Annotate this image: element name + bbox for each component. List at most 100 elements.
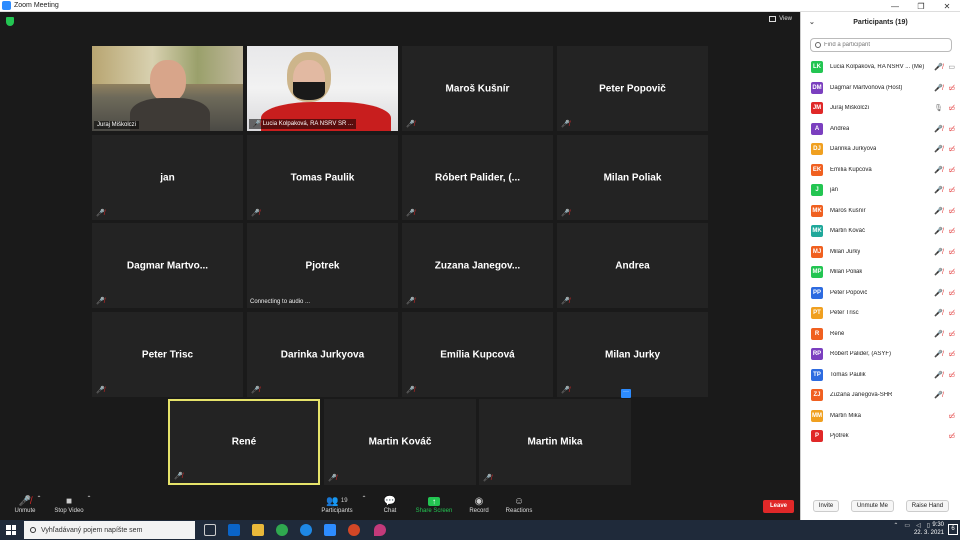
- unmute-me-button[interactable]: Unmute Me: [850, 500, 894, 512]
- video-tile[interactable]: 🎤̸ Lucia Kolpaková, RA NSRV SR ...: [247, 46, 398, 131]
- participant-name: Peter Trisc: [141, 349, 194, 360]
- muted-mic-icon: 🎤̸: [328, 475, 337, 482]
- participant-row[interactable]: MP Milan Poliak 🎤̸ ▭̸: [801, 262, 960, 283]
- encryption-shield-icon[interactable]: [6, 17, 14, 26]
- muted-mic-icon: 🎤̸: [934, 207, 943, 215]
- video-off-icon: ▭̸: [948, 269, 955, 277]
- video-tile[interactable]: Peter Trisc 🎤̸: [92, 312, 243, 397]
- zoom-taskbar-icon[interactable]: [324, 524, 336, 536]
- invite-button[interactable]: Invite: [812, 500, 840, 512]
- video-tile[interactable]: Zuzana Janegov... 🎤̸: [402, 223, 553, 308]
- video-tile[interactable]: jan 🎤̸: [92, 135, 243, 220]
- avatar: MJ: [811, 245, 823, 258]
- participant-name: jan: [830, 187, 839, 194]
- share-screen-label: Share Screen: [415, 508, 453, 514]
- more-options-button[interactable]: ···: [621, 389, 631, 398]
- muted-mic-icon: 🎤̸: [251, 210, 260, 217]
- muted-mic-icon: 🎤̸: [561, 210, 570, 217]
- maximize-button[interactable]: ❐: [908, 0, 934, 12]
- video-tile[interactable]: Martin Kováč 🎤̸: [324, 399, 476, 485]
- chevron-down-icon[interactable]: ⌄: [809, 18, 815, 26]
- video-tile[interactable]: Juraj Miškolczi: [92, 46, 243, 131]
- raise-hand-button[interactable]: Raise Hand: [905, 500, 950, 512]
- video-tile[interactable]: Milan Poliak 🎤̸: [557, 135, 708, 220]
- video-options-chevron-icon[interactable]: ⌃: [86, 495, 92, 502]
- video-tile[interactable]: René 🎤̸: [168, 399, 320, 485]
- avatar: PT: [811, 307, 823, 320]
- participant-row[interactable]: PP Peter Popovič 🎤̸ ▭̸: [801, 283, 960, 304]
- participant-row[interactable]: MM Martin Mika ▭̸: [801, 406, 960, 427]
- participant-name: René: [231, 436, 257, 448]
- video-tile[interactable]: Emília Kupcová 🎤̸: [402, 312, 553, 397]
- participant-row[interactable]: A Andrea 🎤̸ ▭̸: [801, 119, 960, 140]
- video-tile[interactable]: Maroš Kušnír 🎤̸: [402, 46, 553, 131]
- outlook-icon[interactable]: [228, 524, 240, 536]
- video-tile[interactable]: Róbert Palider, (... 🎤̸: [402, 135, 553, 220]
- leave-button[interactable]: Leave: [763, 500, 794, 513]
- avatar: R: [811, 327, 823, 340]
- zoom-logo-icon: [2, 1, 11, 10]
- video-feed-head: [150, 60, 186, 102]
- video-tile[interactable]: Martin Mika 🎤̸ ···: [479, 389, 631, 485]
- participant-row[interactable]: EK Emília Kupcová 🎤̸ ▭̸: [801, 160, 960, 181]
- participant-row[interactable]: DJ Darinka Jurkyova 🎤̸ ▭̸: [801, 139, 960, 160]
- video-tile[interactable]: Milan Jurky 🎤̸: [557, 312, 708, 397]
- video-tile[interactable]: Darinka Jurkyova 🎤̸: [247, 312, 398, 397]
- participant-row[interactable]: MK Martin Kováč 🎤̸ ▭̸: [801, 221, 960, 242]
- video-off-icon: ▭̸: [948, 187, 955, 195]
- participant-row[interactable]: PT Peter Trisc 🎤̸ ▭̸: [801, 303, 960, 324]
- taskbar-clock[interactable]: 9:30 22. 3. 2021: [914, 521, 944, 537]
- participant-row[interactable]: DM Dagmar Martvoňová (Host) 🎤̸ ▭̸: [801, 78, 960, 99]
- muted-mic-icon: 🎤̸: [406, 121, 415, 128]
- reactions-button[interactable]: ☺ Reactions: [494, 495, 544, 515]
- video-tile[interactable]: Pjotrek Connecting to audio ...: [247, 223, 398, 308]
- edge-icon[interactable]: [300, 524, 312, 536]
- file-explorer-icon[interactable]: [252, 524, 264, 536]
- participant-name: Lucia Kolpaková, RA NSRV SR ...: [262, 121, 353, 127]
- unmute-button[interactable]: 🎤̸ Unmute: [0, 495, 50, 515]
- participant-row[interactable]: RP Róbert Palider, (ASYF) 🎤̸ ▭̸: [801, 344, 960, 365]
- chevron-up-icon[interactable]: ⌃: [893, 522, 898, 529]
- video-tile[interactable]: Peter Popovič 🎤̸: [557, 46, 708, 131]
- notifications-icon[interactable]: 6: [948, 524, 958, 535]
- participant-row[interactable]: TP Tomas Paulik 🎤̸ ▭̸: [801, 365, 960, 386]
- participant-name-label: 🎤̸ Lucia Kolpaková, RA NSRV SR ...: [249, 119, 356, 129]
- participant-row[interactable]: JM Juraj Miškolczi 🎙 ▭̸: [801, 98, 960, 119]
- title-bar: Zoom Meeting — ❐ ✕: [0, 0, 960, 12]
- participant-row[interactable]: MK Maroš Kušnír 🎤̸ ▭̸: [801, 201, 960, 222]
- participant-name: Pjotrek: [830, 433, 849, 440]
- chat-button[interactable]: 💬 Chat: [365, 495, 415, 515]
- windows-start-icon[interactable]: [6, 525, 16, 535]
- video-tile[interactable]: Tomas Paulik 🎤̸: [247, 135, 398, 220]
- network-icon[interactable]: ▭: [904, 522, 910, 529]
- muted-mic-icon: 🎤̸: [934, 392, 943, 400]
- close-button[interactable]: ✕: [934, 0, 960, 12]
- task-view-icon[interactable]: [204, 524, 216, 536]
- muted-mic-icon: 🎤̸: [934, 64, 943, 72]
- muted-mic-icon: 🎤̸: [561, 387, 570, 394]
- participant-row[interactable]: LK Lucia Kolpaková, RA NSRV ... (Me) 🎤̸ ▭: [801, 57, 960, 78]
- participant-row[interactable]: ZJ Zuzana Janegová-SHR 🎤̸: [801, 385, 960, 406]
- participant-row[interactable]: P Pjotrek ▭̸: [801, 426, 960, 447]
- minimize-button[interactable]: —: [882, 0, 908, 12]
- share-screen-button[interactable]: ↑ Share Screen: [409, 495, 459, 514]
- participants-button[interactable]: 👥 19 Participants: [312, 495, 362, 515]
- participant-name: Tomas Paulik: [290, 172, 355, 183]
- participant-search-input[interactable]: [824, 42, 944, 48]
- participant-row[interactable]: MJ Milan Jurky 🎤̸ ▭̸: [801, 242, 960, 263]
- video-tile[interactable]: Andrea 🎤̸: [557, 223, 708, 308]
- chrome-icon[interactable]: [276, 524, 288, 536]
- video-tile[interactable]: Dagmar Martvo... 🎤̸: [92, 223, 243, 308]
- taskbar-search-placeholder: Vyhľadávaný pojem napíšte sem: [41, 526, 143, 534]
- view-button[interactable]: View: [769, 16, 792, 22]
- app-icon[interactable]: [374, 524, 386, 536]
- taskbar-search[interactable]: Vyhľadávaný pojem napíšte sem: [24, 521, 195, 539]
- muted-mic-icon: 🎤̸: [406, 210, 415, 217]
- powerpoint-icon[interactable]: [348, 524, 360, 536]
- muted-mic-icon: 🎤̸: [934, 84, 943, 92]
- participant-row[interactable]: R René 🎤̸ ▭̸: [801, 324, 960, 345]
- participant-name: Róbert Palider, (...: [434, 172, 521, 183]
- participant-row[interactable]: Jjan 🎤̸ ▭̸: [801, 180, 960, 201]
- audio-options-chevron-icon[interactable]: ⌃: [36, 495, 42, 502]
- participant-search[interactable]: [810, 38, 952, 52]
